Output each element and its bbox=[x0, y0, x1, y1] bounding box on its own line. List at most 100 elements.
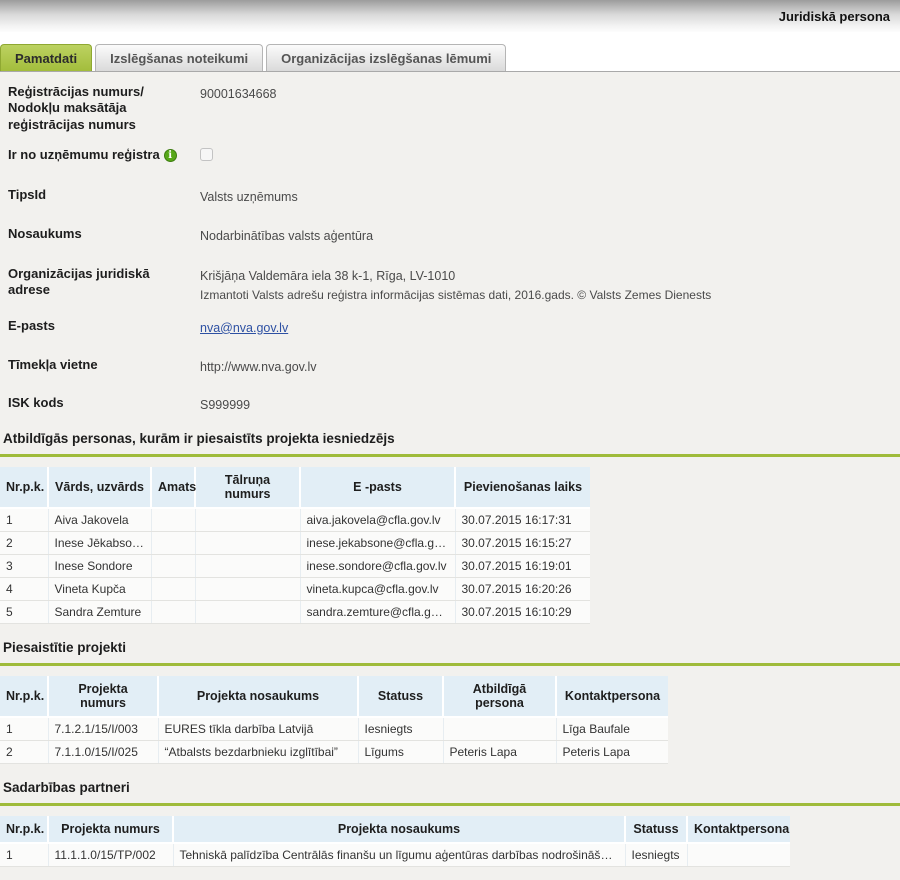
from-register-value bbox=[200, 147, 213, 167]
table-cell: 1 bbox=[0, 843, 48, 867]
table-cell: 30.07.2015 16:10:29 bbox=[455, 601, 590, 624]
column-header: Projekta numurs bbox=[48, 816, 173, 843]
vietne-value: http://www.nva.gov.lv bbox=[200, 357, 317, 377]
column-header: Nr.p.k. bbox=[0, 816, 48, 843]
table-cell: 3 bbox=[0, 555, 48, 578]
table-cell: Peteris Lapa bbox=[556, 741, 668, 764]
table-cell bbox=[195, 601, 300, 624]
column-header: Statuss bbox=[625, 816, 687, 843]
main-content: Reģistrācijas numurs/ Nodokļu maksātāja … bbox=[0, 72, 900, 880]
table-cell: “Atbalsts bezdarbnieku izglītībai” bbox=[158, 741, 358, 764]
table-cell: inese.jekabsone@cfla.gov.lv bbox=[300, 532, 455, 555]
table-row: 4Vineta Kupča vineta.kupca@cfla.gov.lv30.… bbox=[0, 578, 590, 601]
page-title: Juridiskā persona bbox=[779, 9, 890, 24]
section-title-responsible: Atbildīgās personas, kurām ir piesaistīt… bbox=[0, 431, 900, 446]
table-row: 111.1.1.0/15/TP/002Tehniskā palīdzība Ce… bbox=[0, 843, 790, 867]
from-register-checkbox[interactable] bbox=[200, 148, 213, 161]
table-cell: 4 bbox=[0, 578, 48, 601]
form-row-vietne: Tīmekļa vietne http://www.nva.gov.lv bbox=[8, 357, 900, 377]
table-cell: Inese Jēkabsone bbox=[48, 532, 151, 555]
column-header: Projekta nosaukums bbox=[173, 816, 625, 843]
form-row-adrese: Organizācijas juridiskā adrese Krišjāņa … bbox=[8, 266, 900, 304]
table-cell: vineta.kupca@cfla.gov.lv bbox=[300, 578, 455, 601]
table-cell: Tehniskā palīdzība Centrālās finanšu un … bbox=[173, 843, 625, 867]
linked-projects-table: Nr.p.k.Projekta numursProjekta nosaukums… bbox=[0, 676, 668, 764]
form-row-epasts: E-pasts nva@nva.gov.lv bbox=[8, 318, 900, 338]
table-cell: Iesniegts bbox=[625, 843, 687, 867]
table-row: 17.1.2.1/15/I/003EURES tīkla darbība Lat… bbox=[0, 717, 668, 741]
table-cell: 30.07.2015 16:15:27 bbox=[455, 532, 590, 555]
table-cell: EURES tīkla darbība Latvijā bbox=[158, 717, 358, 741]
column-header: Statuss bbox=[358, 676, 443, 717]
table-cell: inese.sondore@cfla.gov.lv bbox=[300, 555, 455, 578]
table-cell: aiva.jakovela@cfla.gov.lv bbox=[300, 508, 455, 532]
adrese-value: Krišjāņa Valdemāra iela 38 k-1, Rīga, LV… bbox=[200, 266, 711, 304]
table-cell: Inese Sondore bbox=[48, 555, 151, 578]
table-cell: 2 bbox=[0, 741, 48, 764]
table-cell: Vineta Kupča bbox=[48, 578, 151, 601]
registration-label: Reģistrācijas numurs/ Nodokļu maksātāja … bbox=[8, 84, 200, 133]
column-header: Tālruņa numurs bbox=[195, 467, 300, 508]
table-cell: Peteris Lapa bbox=[443, 741, 556, 764]
adrese-label: Organizācijas juridiskā adrese bbox=[8, 266, 200, 304]
info-icon[interactable]: i bbox=[164, 149, 177, 162]
table-cell: 30.07.2015 16:20:26 bbox=[455, 578, 590, 601]
table-cell: Sandra Zemture bbox=[48, 601, 151, 624]
organization-form: Reģistrācijas numurs/ Nodokļu maksātāja … bbox=[0, 84, 900, 415]
vietne-label: Tīmekļa vietne bbox=[8, 357, 200, 377]
section-title-projects: Piesaistītie projekti bbox=[0, 640, 900, 655]
column-header: Nr.p.k. bbox=[0, 676, 48, 717]
tipsid-label: TipsId bbox=[8, 187, 200, 207]
column-header: Amats bbox=[151, 467, 195, 508]
column-header: Vārds, uzvārds bbox=[48, 467, 151, 508]
tab-bar: Pamatdati Izslēgšanas noteikumi Organizā… bbox=[0, 32, 900, 72]
column-header: Kontaktpersona bbox=[556, 676, 668, 717]
adrese-line1: Krišjāņa Valdemāra iela 38 k-1, Rīga, LV… bbox=[200, 267, 711, 286]
table-cell: 1 bbox=[0, 508, 48, 532]
section-rule bbox=[0, 454, 900, 457]
table-row: 3Inese Sondoreinese.sondore@cfla.gov.lv3… bbox=[0, 555, 590, 578]
column-header: Nr.p.k. bbox=[0, 467, 48, 508]
registration-value: 90001634668 bbox=[200, 84, 276, 133]
table-cell: 5 bbox=[0, 601, 48, 624]
nosaukums-label: Nosaukums bbox=[8, 226, 200, 246]
table-cell bbox=[195, 508, 300, 532]
table-cell bbox=[195, 578, 300, 601]
table-cell: Līga Baufale bbox=[556, 717, 668, 741]
from-register-label: Ir no uzņēmumu reģistrai bbox=[8, 147, 200, 167]
form-row-isk: ISK kods S999999 bbox=[8, 395, 900, 415]
epasts-label: E-pasts bbox=[8, 318, 200, 338]
table-cell bbox=[151, 532, 195, 555]
table-cell: sandra.zemture@cfla.gov.lv bbox=[300, 601, 455, 624]
table-cell: 7.1.1.0/15/I/025 bbox=[48, 741, 158, 764]
table-cell bbox=[151, 578, 195, 601]
column-header: E -pasts bbox=[300, 467, 455, 508]
section-rule bbox=[0, 663, 900, 666]
tab-pamatdati[interactable]: Pamatdati bbox=[0, 44, 92, 71]
table-cell bbox=[151, 508, 195, 532]
form-row-tipsid: TipsId Valsts uzņēmums bbox=[8, 187, 900, 207]
table-cell: 7.1.2.1/15/I/003 bbox=[48, 717, 158, 741]
column-header: Pievienošanas laiks bbox=[455, 467, 590, 508]
table-cell: Iesniegts bbox=[358, 717, 443, 741]
section-title-partners: Sadarbības partneri bbox=[0, 780, 900, 795]
form-row-nosaukums: Nosaukums Nodarbinātības valsts aģentūra bbox=[8, 226, 900, 246]
section-rule bbox=[0, 803, 900, 806]
table-cell bbox=[443, 717, 556, 741]
table-cell: 2 bbox=[0, 532, 48, 555]
isk-value: S999999 bbox=[200, 395, 250, 415]
email-link[interactable]: nva@nva.gov.lv bbox=[200, 321, 288, 335]
table-cell: Līgums bbox=[358, 741, 443, 764]
tab-izslegsanas-noteikumi[interactable]: Izslēgšanas noteikumi bbox=[95, 44, 263, 71]
column-header: Atbildīgā persona bbox=[443, 676, 556, 717]
epasts-value: nva@nva.gov.lv bbox=[200, 318, 288, 338]
tipsid-value: Valsts uzņēmums bbox=[200, 187, 298, 207]
tab-organizacijas-izslegsanas-lemumi[interactable]: Organizācijas izslēgšanas lēmumi bbox=[266, 44, 506, 71]
table-cell bbox=[687, 843, 790, 867]
responsible-persons-table: Nr.p.k.Vārds, uzvārdsAmatsTālruņa numurs… bbox=[0, 467, 590, 624]
table-row: 2Inese Jēkabsone inese.jekabsone@cfla.gov… bbox=[0, 532, 590, 555]
column-header: Projekta nosaukums bbox=[158, 676, 358, 717]
cooperation-partners-table: Nr.p.k.Projekta numursProjekta nosaukums… bbox=[0, 816, 790, 867]
form-row-registration: Reģistrācijas numurs/ Nodokļu maksātāja … bbox=[8, 84, 900, 133]
adrese-note: Izmantoti Valsts adrešu reģistra informā… bbox=[200, 286, 711, 304]
